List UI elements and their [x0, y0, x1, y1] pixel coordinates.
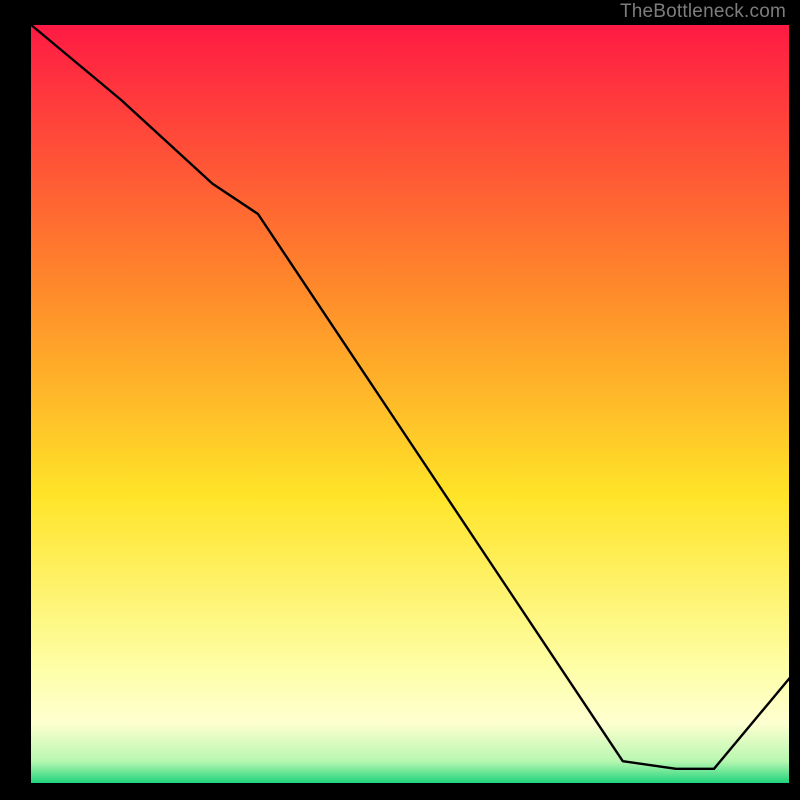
plot-frame: [30, 24, 790, 784]
chart-stage: TheBottleneck.com: [0, 0, 800, 800]
watermark-text: TheBottleneck.com: [620, 1, 786, 23]
plot-background: [30, 24, 790, 784]
plot-svg: [30, 24, 790, 784]
